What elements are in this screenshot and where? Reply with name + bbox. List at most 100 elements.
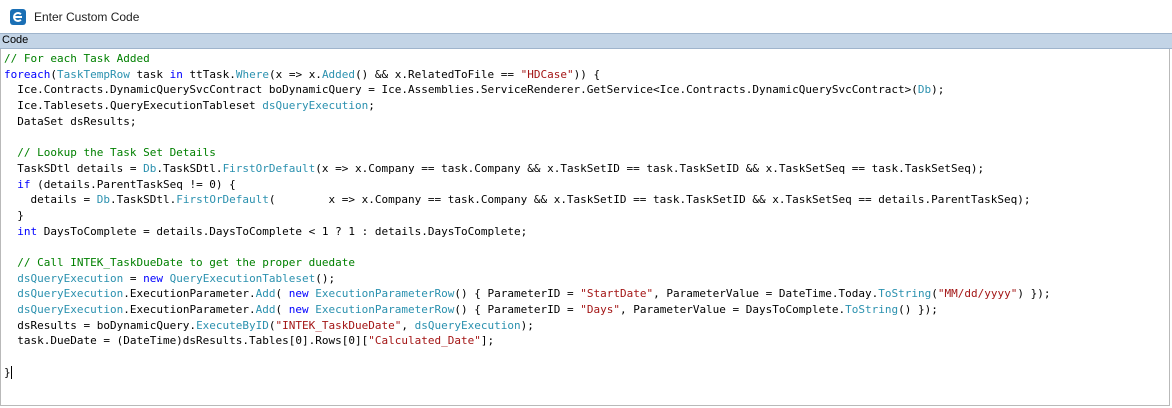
code-token: FirstOrDefault xyxy=(176,193,269,207)
code-token: () }); xyxy=(898,303,938,316)
code-line: Ice.Contracts.DynamicQuerySvcContract bo… xyxy=(4,82,1050,98)
code-token: ttTask. xyxy=(182,67,236,81)
code-line: } xyxy=(4,365,1050,381)
code-line: DataSet dsResults; xyxy=(4,114,1050,130)
code-token: ]; xyxy=(480,334,495,348)
code-token: = xyxy=(123,271,144,285)
code-token: if xyxy=(17,177,31,191)
code-token: () && x.RelatedToFile == xyxy=(355,67,521,81)
code-token: new xyxy=(288,287,309,301)
code-line: dsQueryExecution.ExecutionParameter.Add(… xyxy=(4,286,1050,302)
title-bar: Enter Custom Code xyxy=(0,0,1172,33)
code-token: foreach xyxy=(4,67,51,81)
window-title: Enter Custom Code xyxy=(34,9,140,24)
code-line: // Call INTEK_TaskDueDate to get the pro… xyxy=(4,255,1050,271)
code-token: DataSet dsResults; xyxy=(4,114,137,128)
code-token: ExecutionParameterRow xyxy=(315,287,455,301)
code-token: Db xyxy=(96,193,110,207)
text-caret xyxy=(10,366,12,380)
code-token: QueryExecutionTableset xyxy=(169,271,316,285)
code-token: new xyxy=(288,303,309,316)
code-token: (); xyxy=(315,271,336,285)
code-token: ); xyxy=(931,83,945,97)
code-token: dsQueryExecution xyxy=(17,303,124,316)
code-token: ( xyxy=(268,318,276,332)
code-token: .TaskSDtl. xyxy=(156,161,223,175)
code-token: (x => x.Company == task.Company && x.Tas… xyxy=(315,161,985,175)
code-token: () { ParameterID = xyxy=(454,303,581,316)
code-token: // Call INTEK_TaskDueDate to get the pro… xyxy=(4,255,355,269)
code-token: Added xyxy=(321,67,356,81)
code-token: } xyxy=(4,365,11,379)
code-token: ToString xyxy=(845,303,899,316)
code-token: dsQueryExecution xyxy=(17,271,124,285)
code-token: "StartDate" xyxy=(580,287,654,301)
code-line: } xyxy=(4,208,1050,224)
tab-code[interactable]: Code xyxy=(2,33,28,48)
code-token: int xyxy=(17,224,38,238)
code-token: ( xyxy=(275,287,289,301)
code-token: // For each Task Added xyxy=(4,52,150,65)
code-token: ExecutionParameterRow xyxy=(315,303,455,316)
code-token: .TaskSDtl. xyxy=(109,193,177,207)
code-line: TaskSDtl details = Db.TaskSDtl.FirstOrDe… xyxy=(4,161,1050,177)
code-token: ToString xyxy=(878,287,932,301)
code-line: dsQueryExecution = new QueryExecutionTab… xyxy=(4,271,1050,287)
code-token: "INTEK_TaskDueDate" xyxy=(275,318,402,332)
code-token: ( xyxy=(50,67,57,81)
code-token: Where xyxy=(235,67,269,81)
code-token: ; xyxy=(368,99,375,113)
code-token: Add xyxy=(255,303,276,316)
epicor-e-icon xyxy=(10,8,26,25)
code-token: Ice.Contracts.DynamicQuerySvcContract bo… xyxy=(4,83,918,97)
code-token: Add xyxy=(255,287,276,301)
code-token: dsQueryExecution xyxy=(262,99,369,113)
code-token: ( xyxy=(931,287,938,301)
code-token: (details.ParentTaskSeq != 0) { xyxy=(30,177,236,191)
code-token: () { ParameterID = xyxy=(454,287,581,301)
code-token: (x => x. xyxy=(268,67,322,81)
code-token: TaskTempRow xyxy=(56,67,130,81)
code-line: foreach(TaskTempRow task in ttTask.Where… xyxy=(4,67,1050,83)
code-token: task xyxy=(129,67,170,81)
code-token: ExecuteByID xyxy=(196,318,269,332)
tab-strip: Code xyxy=(0,33,1172,49)
code-token: .ExecutionParameter. xyxy=(123,303,256,316)
code-line: Ice.Tablesets.QueryExecutionTableset dsQ… xyxy=(4,98,1050,114)
code-token: , ParameterValue = DateTime.Today. xyxy=(653,287,879,301)
code-token: , xyxy=(401,318,415,332)
code-token: dsQueryExecution xyxy=(17,287,124,301)
code-token: DaysToComplete = details.DaysToComplete … xyxy=(37,224,528,238)
code-line: task.DueDate = (DateTime)dsResults.Table… xyxy=(4,333,1050,349)
code-token: dsQueryExecution xyxy=(414,318,521,332)
code-token: , ParameterValue = DaysToComplete. xyxy=(619,303,846,316)
code-token: "MM/dd/yyyy" xyxy=(937,287,1018,301)
code-token: // Lookup the Task Set Details xyxy=(4,146,216,160)
code-token: dsResults = boDynamicQuery. xyxy=(4,318,197,332)
code-token: "Days" xyxy=(580,303,620,316)
code-line: int DaysToComplete = details.DaysToCompl… xyxy=(4,224,1050,240)
code-token: )) { xyxy=(573,67,601,81)
code-line: // Lookup the Task Set Details xyxy=(4,145,1050,161)
code-token: } xyxy=(4,208,24,222)
code-text-area[interactable]: // For each Task Added foreach(TaskTempRo… xyxy=(4,51,1050,380)
code-token: "Calculated_Date" xyxy=(368,334,481,348)
code-token: Db xyxy=(917,83,932,97)
code-token: .ExecutionParameter. xyxy=(123,287,256,301)
code-token: ( x => x.Company == task.Company && x.Ta… xyxy=(268,193,1031,207)
code-editor[interactable]: // For each Task Added foreach(TaskTempRo… xyxy=(0,49,1170,406)
code-token: details = xyxy=(4,193,97,207)
code-token: FirstOrDefault xyxy=(222,161,316,175)
code-token: in xyxy=(169,67,183,81)
code-token: Ice.Tablesets.QueryExecutionTableset xyxy=(4,99,263,113)
code-token: Db xyxy=(143,161,157,175)
code-line: dsResults = boDynamicQuery.ExecuteByID("… xyxy=(4,318,1050,334)
